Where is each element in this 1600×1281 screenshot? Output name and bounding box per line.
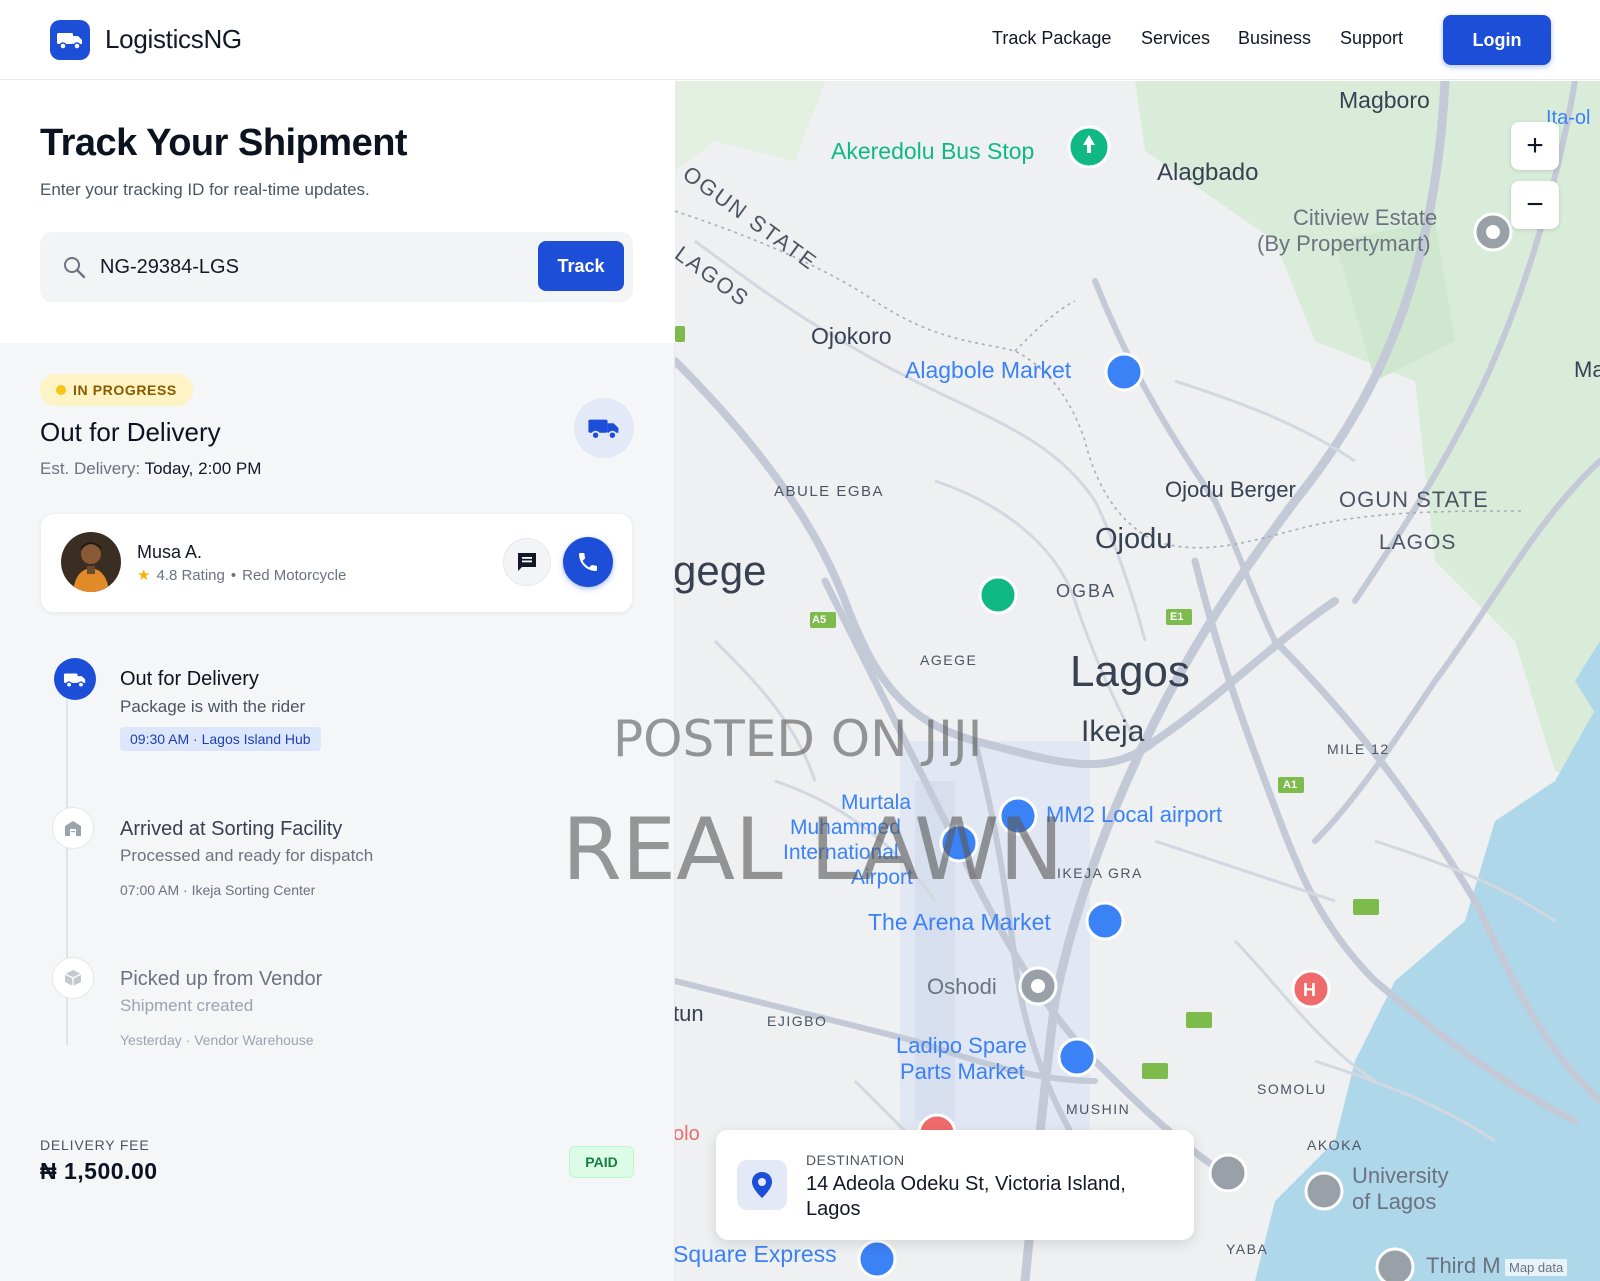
watermark-line-1: POSTED ON JIJI [613, 710, 983, 768]
shield-a5: A5 [812, 614, 827, 626]
rider-name: Musa A. [137, 542, 203, 562]
map-label-ladipo-2: Parts Market [900, 1059, 1025, 1084]
map-label-unilag-2: of Lagos [1352, 1189, 1437, 1214]
track-button[interactable]: Track [538, 241, 624, 291]
map-label-ma: Ma [1574, 357, 1600, 382]
status-truck-icon [574, 398, 634, 458]
map-view[interactable]: H Magboro Ita-ol Akeredolu Bus Stop Alag… [675, 81, 1600, 1281]
meta-separator: • [230, 566, 237, 584]
step-1-meta: 09:30 AM · Lagos Island Hub [120, 727, 321, 751]
map-label-akoka: AKOKA [1307, 1137, 1363, 1153]
nav-track-package[interactable]: Track Package [992, 28, 1111, 49]
map-label-ojokoro: Ojokoro [811, 323, 892, 349]
step-1-title: Out for Delivery [120, 668, 259, 690]
timeline-package-icon [52, 957, 94, 999]
delivery-fee-value: ₦ 1,500.00 [40, 1158, 158, 1184]
top-header: LogisticsNG Track Package Services Busin… [0, 0, 1600, 80]
tracking-form-panel [0, 81, 675, 343]
map-label-alagbado: Alagbado [1157, 159, 1259, 186]
map-label-ogba: OGBA [1056, 581, 1117, 601]
map-label-citiview-2: (By Propertymart) [1257, 231, 1431, 256]
shield-e1: E1 [1170, 611, 1184, 623]
svg-text:H: H [1303, 980, 1316, 1000]
rider-vehicle: Red Motorcycle [242, 566, 347, 584]
map-label-abule-egba: ABULE EGBA [774, 483, 885, 500]
map-label-arena: The Arena Market [868, 909, 1051, 935]
map-attribution: Map data [1505, 1259, 1568, 1276]
timeline-truck-icon [54, 658, 96, 700]
zoom-in-button[interactable]: + [1511, 122, 1559, 170]
map-label-akeredolu: Akeredolu Bus Stop [831, 138, 1035, 164]
chat-icon [518, 553, 536, 571]
map-label-mile12: MILE 12 [1327, 741, 1390, 757]
nav-business[interactable]: Business [1238, 28, 1311, 49]
delivery-fee-label: DELIVERY FEE [40, 1137, 150, 1153]
call-button[interactable] [563, 537, 613, 587]
watermark-line-2: REAL LAWN [562, 800, 1064, 900]
map-label-magboro: Magboro [1339, 87, 1430, 113]
map-label-ladipo-1: Ladipo Spare [896, 1033, 1027, 1058]
map-label-ikeja-gra: IKEJA GRA [1057, 865, 1143, 881]
step-3-meta: Yesterday · Vendor Warehouse [120, 1032, 314, 1048]
map-label-ojodu-berger: Ojodu Berger [1165, 477, 1296, 502]
status-badge-label: IN PROGRESS [73, 382, 177, 398]
brand-name[interactable]: LogisticsNG [105, 24, 242, 55]
map-label-mushin: MUSHIN [1066, 1101, 1131, 1117]
page-subtitle: Enter your tracking ID for real-time upd… [40, 180, 370, 199]
paid-badge: PAID [569, 1146, 634, 1178]
search-icon [64, 257, 86, 279]
map-label-citiview-1: Citiview Estate [1293, 205, 1438, 230]
eta-label: Est. Delivery: [40, 459, 141, 478]
step-2-title: Arrived at Sorting Facility [120, 818, 343, 840]
map-label-alagbole: Alagbole Market [905, 357, 1072, 383]
rider-rating: 4.8 Rating [156, 566, 225, 584]
rider-avatar [61, 532, 121, 592]
map-label-somolu: SOMOLU [1257, 1081, 1327, 1097]
timeline-warehouse-icon [52, 807, 94, 849]
location-pin-icon [737, 1160, 787, 1210]
map-label-ejigbo: EJIGBO [767, 1013, 828, 1029]
login-button[interactable]: Login [1443, 15, 1551, 65]
destination-address: 14 Adeola Odeku St, Victoria Island, Lag… [806, 1173, 1126, 1220]
map-label-third-m: Third M [1426, 1253, 1501, 1278]
zoom-out-button[interactable]: − [1511, 181, 1559, 229]
step-1-meta-chip: 09:30 AM · Lagos Island Hub [120, 727, 321, 751]
map-label-ikeja: Ikeja [1081, 715, 1145, 748]
destination-label: DESTINATION [806, 1152, 905, 1168]
rider-meta: ★ 4.8 Rating • Red Motorcycle [137, 566, 347, 585]
logo-truck-icon[interactable] [50, 20, 90, 60]
nav-services[interactable]: Services [1141, 28, 1210, 49]
step-2-meta: 07:00 AM · Ikeja Sorting Center [120, 882, 316, 898]
nav-support[interactable]: Support [1340, 28, 1403, 49]
map-label-ojodu: Ojodu [1095, 523, 1173, 555]
shipment-status-title: Out for Delivery [40, 417, 221, 447]
map-label-lagos-state: LAGOS [1379, 531, 1457, 554]
tracking-id-input[interactable] [100, 250, 520, 284]
map-label-mm2: MM2 Local airport [1046, 802, 1223, 827]
star-icon: ★ [137, 567, 151, 584]
map-label-unilag-1: University [1352, 1163, 1449, 1188]
map-label-olo: olo [675, 1123, 700, 1145]
step-3-desc: Shipment created [120, 996, 254, 1015]
status-dot-icon [56, 385, 66, 395]
step-3-title: Picked up from Vendor [120, 968, 323, 990]
map-label-itun-partial: tun [675, 1001, 704, 1026]
chat-button[interactable] [503, 538, 551, 586]
map-label-lagos-city: Lagos [1070, 647, 1190, 696]
map-label-ogun-state: OGUN STATE [1339, 487, 1489, 512]
map-label-square-express: Square Express [675, 1241, 837, 1267]
shield-a1: A1 [1283, 779, 1298, 791]
map-label-yaba: YABA [1226, 1241, 1269, 1257]
eta-value: Today, 2:00 PM [144, 459, 262, 478]
map-label-agege: AGEGE [920, 652, 978, 668]
step-1-desc: Package is with the rider [120, 697, 306, 716]
map-label-agege-partial: gege [675, 547, 767, 594]
phone-icon [579, 553, 597, 571]
status-badge: IN PROGRESS [40, 374, 193, 406]
page-title: Track Your Shipment [40, 122, 408, 164]
map-label-oshodi: Oshodi [927, 974, 997, 999]
estimated-delivery: Est. Delivery: Today, 2:00 PM [40, 459, 261, 479]
step-2-desc: Processed and ready for dispatch [120, 846, 374, 865]
